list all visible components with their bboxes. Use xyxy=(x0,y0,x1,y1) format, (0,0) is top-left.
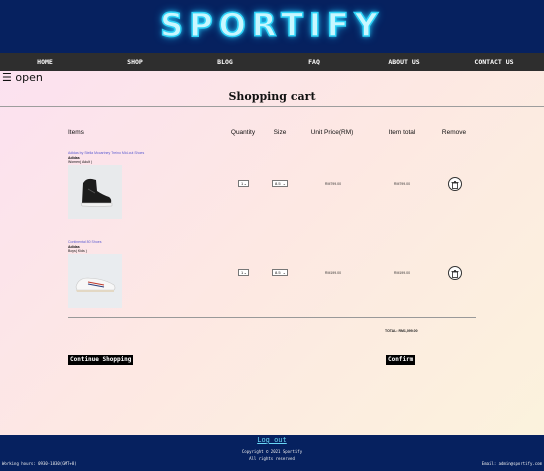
summary-divider xyxy=(68,317,476,318)
nav-faq[interactable]: FAQ xyxy=(308,53,320,71)
quantity-select[interactable]: 1 ⌄ xyxy=(238,269,249,276)
site-header: SPORTIFY xyxy=(0,0,544,53)
site-logo[interactable]: SPORTIFY xyxy=(159,5,384,45)
header-size: Size xyxy=(273,129,287,136)
high-top-sneaker-image xyxy=(68,165,122,219)
working-hours: Working hours: 0930-1830(GMT+8) xyxy=(2,461,77,466)
product-name-link[interactable]: Continental 80 Shoes xyxy=(68,240,101,244)
chevron-down-icon: ⌄ xyxy=(282,181,286,186)
logout-link[interactable]: Log out xyxy=(0,436,544,444)
quantity-select[interactable]: 1 ⌄ xyxy=(238,180,249,187)
trash-icon xyxy=(451,270,459,278)
continue-shopping-button[interactable]: Continue Shopping xyxy=(68,355,134,365)
title-divider xyxy=(0,106,544,107)
chevron-down-icon: ⌄ xyxy=(282,270,286,275)
size-select[interactable]: 8.5 ⌄ xyxy=(272,269,288,276)
menu-toggle-button[interactable]: ☰ open xyxy=(2,71,43,84)
contact-email: Email: admin@sportify.com xyxy=(481,461,542,466)
header-item-total: Item total xyxy=(388,129,416,136)
item-total: RM199.00 xyxy=(393,271,411,275)
main-nav: HOME SHOP BLOG FAQ ABOUT US CONTACT US xyxy=(0,53,544,71)
header-quantity: Quantity xyxy=(230,129,256,136)
cart-total: TOTAL: RM1,099.00 xyxy=(385,329,418,333)
nav-contact-us[interactable]: CONTACT US xyxy=(474,53,513,71)
nav-blog[interactable]: BLOG xyxy=(217,53,233,71)
rights-text: All rights reserved xyxy=(249,456,295,461)
product-category: Boys( Kids ) xyxy=(68,249,87,253)
product-image[interactable] xyxy=(68,165,122,219)
low-top-sneaker-image xyxy=(68,254,122,308)
header-unit-price: Unit Price(RM) xyxy=(310,129,354,136)
header-remove: Remove xyxy=(441,129,467,136)
confirm-button[interactable]: Confirm xyxy=(386,355,416,365)
chevron-down-icon: ⌄ xyxy=(243,181,247,186)
product-image[interactable] xyxy=(68,254,122,308)
nav-shop[interactable]: SHOP xyxy=(127,53,143,71)
copyright-text: Copyright © 2021 Sportify xyxy=(241,449,303,454)
size-select[interactable]: 8.5 ⌄ xyxy=(272,180,288,187)
unit-price: RM199.00 xyxy=(324,271,342,275)
site-footer: Log out Copyright © 2021 Sportify All ri… xyxy=(0,435,544,471)
unit-price: RM799.00 xyxy=(324,182,342,186)
remove-item-button[interactable] xyxy=(448,177,462,191)
nav-about-us[interactable]: ABOUT US xyxy=(388,53,419,71)
trash-icon xyxy=(451,181,459,189)
item-total: RM799.00 xyxy=(393,182,411,186)
nav-home[interactable]: HOME xyxy=(37,53,53,71)
header-items: Items xyxy=(68,129,84,136)
product-category: Women( Adult ) xyxy=(68,160,93,164)
remove-item-button[interactable] xyxy=(448,266,462,280)
size-value: 8.5 xyxy=(275,270,281,275)
chevron-down-icon: ⌄ xyxy=(243,270,247,275)
page-title: Shopping cart xyxy=(228,90,316,103)
size-value: 8.5 xyxy=(275,181,281,186)
product-name-link[interactable]: Adidas by Stella Mccartney Treino Mid-cu… xyxy=(68,151,144,155)
